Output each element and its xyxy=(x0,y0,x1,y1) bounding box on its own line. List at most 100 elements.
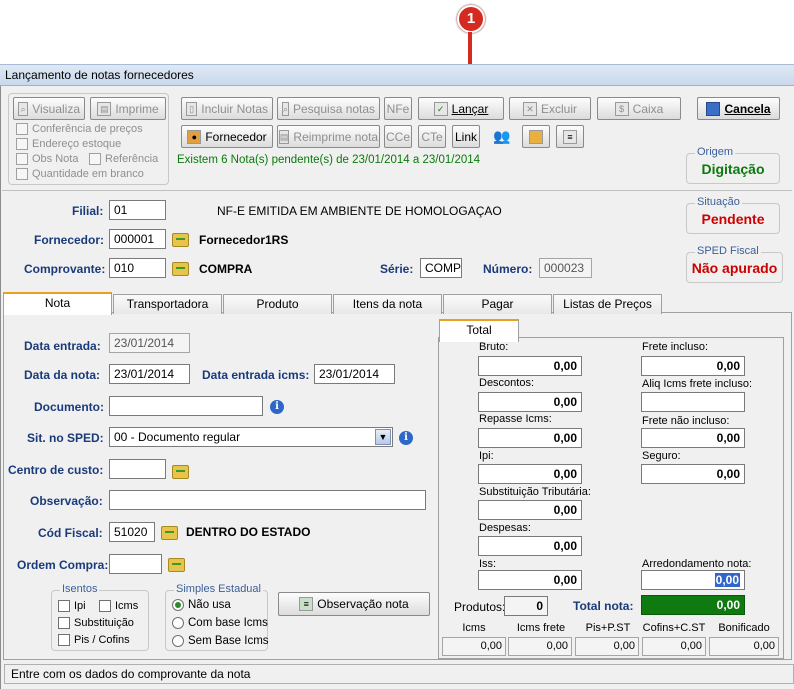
summary-value-icms: 0,00 xyxy=(442,637,506,656)
comprovante-code-input[interactable]: 010 xyxy=(109,258,166,278)
tab-pagar[interactable]: Pagar xyxy=(443,294,552,314)
filial-input[interactable]: 01 xyxy=(109,200,166,220)
frete-incluso-input[interactable]: 0,00 xyxy=(641,356,745,376)
link-button[interactable]: Link xyxy=(452,125,480,148)
summary-header-icms-frete: Icms frete xyxy=(516,622,566,634)
seguro-label: Seguro: xyxy=(642,450,681,462)
numero-input[interactable]: 000023 xyxy=(539,258,592,278)
sit-sped-select[interactable]: 00 - Documento regular ▼ xyxy=(109,427,393,447)
tab-transportadora[interactable]: Transportadora xyxy=(113,294,222,314)
fornecedor-name: Fornecedor1RS xyxy=(199,233,289,247)
origem-value: Digitação xyxy=(701,161,765,177)
cod-fiscal-input[interactable]: 51020 xyxy=(109,522,155,542)
printer-icon: ▤ xyxy=(97,101,112,116)
ordem-compra-lookup-icon[interactable] xyxy=(168,558,185,572)
cancela-button[interactable]: Cancela xyxy=(697,97,780,120)
pesquisa-notas-button[interactable]: ⌕ Pesquisa notas xyxy=(277,97,380,120)
frete-nao-input[interactable]: 0,00 xyxy=(641,428,745,448)
cod-fiscal-lookup-icon[interactable] xyxy=(161,526,178,540)
caixa-button[interactable]: $ Caixa xyxy=(597,97,681,120)
cte-button[interactable]: CTe xyxy=(418,125,446,148)
data-entrada-input[interactable]: 23/01/2014 xyxy=(109,333,190,353)
endereco-checkbox[interactable]: Endereço estoque xyxy=(16,138,121,150)
ordem-compra-input[interactable] xyxy=(109,554,162,574)
iss-input[interactable]: 0,00 xyxy=(478,570,582,590)
st-input[interactable]: 0,00 xyxy=(478,500,582,520)
report-button[interactable]: ≡ xyxy=(556,125,584,148)
sit-sped-label: Sit. no SPED: xyxy=(27,431,104,445)
total-nota-input[interactable]: 0,00 xyxy=(641,595,745,615)
environment-message: NF-E EMITIDA EM AMBIENTE DE HOMOLOGAÇAO xyxy=(217,204,502,218)
boxes-button[interactable] xyxy=(522,125,550,148)
descontos-input[interactable]: 0,00 xyxy=(478,392,582,412)
simples-nao-usa-radio[interactable]: Não usa xyxy=(172,599,231,611)
simples-sem-base-radio[interactable]: Sem Base Icms xyxy=(172,635,269,647)
cod-fiscal-description: DENTRO DO ESTADO xyxy=(186,525,311,539)
sped-value: Não apurado xyxy=(691,260,778,276)
isento-ipi-checkbox[interactable]: Ipi xyxy=(58,600,86,612)
user-icon: ● xyxy=(187,129,202,144)
fornecedor-button[interactable]: ● Fornecedor xyxy=(181,125,273,148)
simples-label: Simples Estadual xyxy=(174,583,263,595)
centro-custo-lookup-icon[interactable] xyxy=(172,465,189,479)
observacao-nota-button[interactable]: ≡ Observação nota xyxy=(278,592,430,616)
tab-nota[interactable]: Nota xyxy=(3,292,112,315)
conferencia-checkbox[interactable]: Conferência de preços xyxy=(16,123,143,135)
summary-header-cofins: Cofins+C.ST xyxy=(642,622,706,634)
excluir-button[interactable]: ✕ Excluir xyxy=(509,97,591,120)
notes-icon: ≡ xyxy=(299,597,314,611)
tab-total[interactable]: Total xyxy=(439,319,519,342)
comprovante-label: Comprovante: xyxy=(24,262,106,276)
window-titlebar: Lançamento de notas fornecedores xyxy=(0,64,794,86)
ipi-input[interactable]: 0,00 xyxy=(478,464,582,484)
serie-input[interactable]: COMP xyxy=(420,258,462,278)
sit-sped-info-icon[interactable]: i xyxy=(399,431,413,445)
total-nota-label: Total nota: xyxy=(573,599,634,613)
header-divider xyxy=(2,190,792,191)
documento-input[interactable] xyxy=(109,396,263,416)
tab-listas-de-precos[interactable]: Listas de Preços xyxy=(553,294,662,314)
comprovante-name: COMPRA xyxy=(199,262,253,276)
check-document-icon: ✓ xyxy=(433,101,448,116)
data-entrada-label: Data entrada: xyxy=(24,339,101,353)
produtos-input[interactable]: 0 xyxy=(504,596,548,616)
comprovante-lookup-icon[interactable] xyxy=(172,262,189,276)
fornecedor-lookup-icon[interactable] xyxy=(172,233,189,247)
observacao-input[interactable] xyxy=(109,490,426,510)
arredondamento-input[interactable]: 0,00 xyxy=(641,570,745,590)
tab-itens-da-nota[interactable]: Itens da nota xyxy=(333,294,442,314)
seguro-input[interactable]: 0,00 xyxy=(641,464,745,484)
centro-custo-input[interactable] xyxy=(109,459,166,479)
users-button[interactable]: 👥 xyxy=(488,125,516,148)
isento-substituicao-checkbox[interactable]: Substituição xyxy=(58,617,134,629)
origem-label: Origem xyxy=(695,146,736,158)
tab-produto[interactable]: Produto xyxy=(223,294,332,314)
visualiza-button[interactable]: ⌕ Visualiza xyxy=(13,97,85,120)
despesas-input[interactable]: 0,00 xyxy=(478,536,582,556)
nfe-button[interactable]: NFe xyxy=(384,97,412,120)
imprime-button[interactable]: ▤ Imprime xyxy=(90,97,166,120)
data-nota-input[interactable]: 23/01/2014 xyxy=(109,364,190,384)
lancar-button[interactable]: ✓ Lançar xyxy=(418,97,504,120)
aliq-input[interactable] xyxy=(641,392,745,412)
obs-nota-checkbox[interactable]: Obs Nota xyxy=(16,153,78,165)
isento-pis-checkbox[interactable]: Pis / Cofins xyxy=(58,634,130,646)
quantidade-checkbox[interactable]: Quantidade em branco xyxy=(16,168,144,180)
referencia-checkbox[interactable]: Referência xyxy=(89,153,158,165)
fornecedor-code-input[interactable]: 000001 xyxy=(109,229,166,249)
sped-group: SPED Fiscal Não apurado xyxy=(686,245,783,283)
incluir-notas-button[interactable]: ▯ Incluir Notas xyxy=(181,97,273,120)
data-icms-input[interactable]: 23/01/2014 xyxy=(314,364,395,384)
repasse-input[interactable]: 0,00 xyxy=(478,428,582,448)
isento-icms-checkbox[interactable]: Icms xyxy=(99,600,138,612)
simples-com-base-radio[interactable]: Com base Icms xyxy=(172,617,268,629)
aliq-label: Aliq Icms frete incluso: xyxy=(642,378,753,390)
bruto-input[interactable]: 0,00 xyxy=(478,356,582,376)
documento-info-icon[interactable]: i xyxy=(270,400,284,414)
chevron-down-icon[interactable]: ▼ xyxy=(375,429,391,445)
cce-button[interactable]: CCe xyxy=(384,125,412,148)
summary-value-bonificado: 0,00 xyxy=(709,637,779,656)
reimprime-nota-button[interactable]: ▤ Reimprime nota xyxy=(277,125,380,148)
delete-icon: ✕ xyxy=(522,101,537,116)
report-icon: ≡ xyxy=(563,129,577,144)
